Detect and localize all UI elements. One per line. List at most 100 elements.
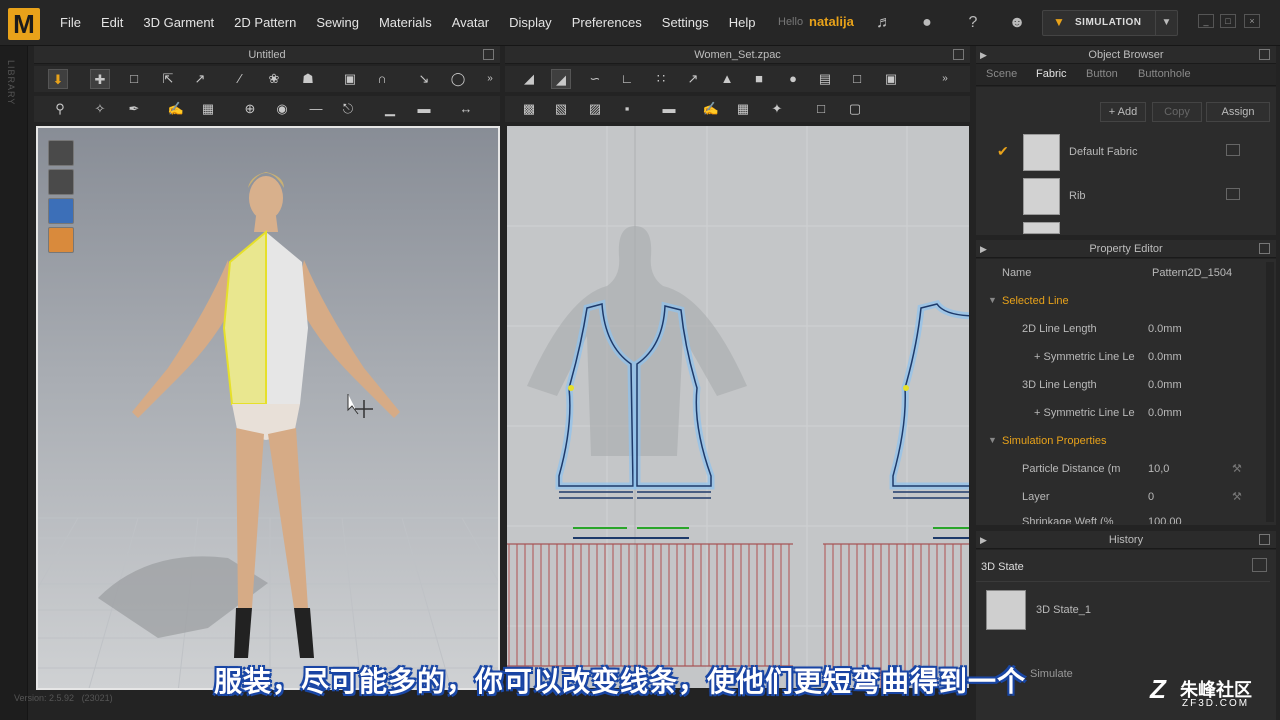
close-icon[interactable]: × [1244,14,1260,28]
arrow-right-icon[interactable]: ▶ [980,531,987,549]
show-fabric-icon[interactable] [48,198,74,224]
check-sewing-icon[interactable]: ▪ [617,99,637,119]
wrench-icon[interactable]: ⚒ [1232,490,1242,503]
prop-value[interactable]: 0.0mm [1148,407,1182,419]
wrench-icon[interactable]: ⚒ [1232,462,1242,475]
fabric-menu-icon[interactable] [1226,188,1240,200]
fold-icon[interactable]: ⇱ [158,69,178,89]
pattern-check-icon[interactable]: ▦ [733,99,753,119]
minimize-icon[interactable]: _ [1198,14,1214,28]
menu-file[interactable]: File [60,0,81,46]
edit-sewing-icon[interactable]: ▨ [585,99,605,119]
user-name[interactable]: natalija [809,14,854,29]
pin-icon[interactable]: ↗ [190,69,210,89]
menu-settings[interactable]: Settings [662,0,709,46]
segment-sewing-icon[interactable]: ▩ [519,99,539,119]
edit-curve-icon[interactable]: ∽ [585,69,605,89]
prop-value[interactable]: 100,00 [1148,516,1182,524]
section-simulation-properties[interactable]: Simulation Properties [1002,435,1107,447]
tab-button[interactable]: Button [1086,68,1118,80]
select-mesh-icon[interactable]: □ [124,69,144,89]
cut-icon[interactable]: ↗ [683,69,703,89]
speaker-icon[interactable]: ♬ [873,12,895,34]
tape-icon[interactable]: ◯ [448,69,468,89]
show-garment-icon[interactable] [48,140,74,166]
user-icon[interactable]: ● [916,12,938,34]
more-icon[interactable]: » [480,69,500,89]
maximize-icon[interactable] [953,49,964,60]
maximize-icon[interactable] [1259,49,1270,60]
internal-polygon-icon[interactable]: ▤ [815,69,835,89]
property-scrollbar[interactable] [1266,262,1274,522]
more-icon[interactable]: » [935,69,955,89]
tab-scene[interactable]: Scene [986,68,1017,80]
menu-preferences[interactable]: Preferences [572,0,642,46]
copy-fabric-button[interactable]: Copy [1152,102,1202,122]
prop-value[interactable]: 0 [1148,491,1154,503]
menu-sewing[interactable]: Sewing [316,0,359,46]
rectangle-icon[interactable]: ■ [749,69,769,89]
library-panel[interactable]: LIBRARY [0,46,28,720]
history-extra[interactable]: Simulate [1030,668,1073,680]
tab-buttonhole[interactable]: Buttonhole [1138,68,1191,80]
arrow-right-icon[interactable]: ▶ [980,46,987,64]
fabric-menu-icon[interactable] [1226,144,1240,156]
fabric-swatch-default[interactable] [1023,134,1060,171]
select-lasso-icon[interactable]: ▢ [845,99,865,119]
fabric-name-default[interactable]: Default Fabric [1069,146,1137,158]
fabric-swatch-rib[interactable] [1023,178,1060,215]
grading-icon[interactable]: ✦ [767,99,787,119]
menu-avatar[interactable]: Avatar [452,0,489,46]
fabric-name-rib[interactable]: Rib [1069,190,1086,202]
curve-point-icon[interactable]: ∟ [617,69,637,89]
select-move-icon[interactable]: ⬇ [48,69,68,89]
free-sewing-icon[interactable]: ▧ [551,99,571,119]
property-name-value[interactable]: Pattern2D_1504 [1152,267,1232,279]
fabric-texture-icon[interactable]: ▬ [659,99,679,119]
arrangement-icon[interactable]: ✧ [90,99,110,119]
help-icon[interactable]: ? [962,12,984,34]
viewport-2d[interactable] [507,126,969,688]
collapse-icon[interactable]: ▼ [988,295,997,305]
avatar-display-icon[interactable] [48,227,74,253]
menu-help[interactable]: Help [729,0,756,46]
trousers-icon[interactable]: ∩ [372,69,392,89]
simulation-button[interactable]: ▼ SIMULATION ▼ [1042,10,1178,36]
garment-icon[interactable]: ☗ [298,69,318,89]
viewport-3d[interactable] [36,126,500,690]
maximize-icon[interactable] [1259,243,1270,254]
add-point-2d-icon[interactable]: ∷ [651,69,671,89]
fabric-swatch-partial[interactable] [1023,222,1060,234]
section-selected-line[interactable]: Selected Line [1002,295,1069,307]
collapse-icon[interactable]: ▼ [988,435,997,445]
prop-value[interactable]: 0.0mm [1148,379,1182,391]
menu-display[interactable]: Display [509,0,552,46]
shirt-icon[interactable]: ▣ [340,69,360,89]
menu-3d-garment[interactable]: 3D Garment [143,0,214,46]
prop-value[interactable]: 10,0 [1148,463,1169,475]
restore-icon[interactable]: □ [1220,14,1236,28]
flatten-icon[interactable]: ▁ [380,99,400,119]
delete-icon[interactable] [1252,558,1267,572]
hand-sew-icon[interactable]: ✍ [701,99,721,119]
polygon-icon[interactable]: ▲ [717,69,737,89]
tab-fabric[interactable]: Fabric [1036,68,1067,80]
menu-2d-pattern[interactable]: 2D Pattern [234,0,296,46]
menu-materials[interactable]: Materials [379,0,432,46]
button-icon[interactable]: ◉ [272,99,292,119]
chevron-down-icon[interactable]: ▼ [1155,11,1177,35]
history-thumbnail[interactable] [986,590,1026,630]
avatar-pose-icon[interactable]: ⚲ [50,99,70,119]
prop-value[interactable]: 0.0mm [1148,323,1182,335]
circle-icon[interactable]: ● [783,69,803,89]
brush-icon[interactable]: ✒ [124,99,144,119]
lock-icon[interactable]: ⎋ [338,99,358,119]
internal-rectangle-icon[interactable]: □ [847,69,867,89]
tack-icon[interactable]: ❀ [264,69,284,89]
show-avatar-icon[interactable] [48,169,74,195]
measure-icon[interactable]: ↘ [414,69,434,89]
line-icon[interactable]: — [306,99,326,119]
maximize-icon[interactable] [1259,534,1270,545]
plane-icon[interactable]: ▬ [414,99,434,119]
expand-icon[interactable]: ↔ [456,99,476,119]
